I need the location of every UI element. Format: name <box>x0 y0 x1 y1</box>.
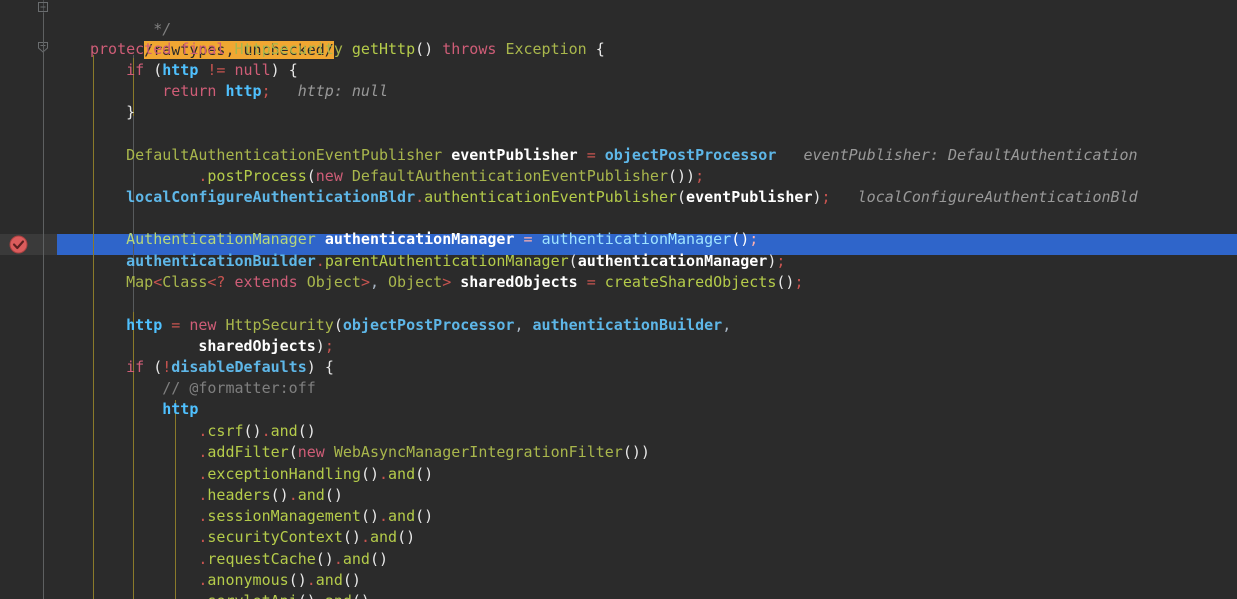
fold-region-line <box>43 13 44 599</box>
code-line[interactable]: http = new HttpSecurity(objectPostProces… <box>90 315 731 337</box>
code-line[interactable]: .servletApi().and() <box>90 591 370 599</box>
code-line[interactable]: // @formatter:off <box>90 378 316 400</box>
code-line[interactable]: .requestCache().and() <box>90 549 388 571</box>
editor-gutter[interactable] <box>0 0 57 599</box>
code-line[interactable]: if (!disableDefaults) { <box>90 357 334 379</box>
ide-editor-window: */ /rawtypes, unchecked/ protected final… <box>0 0 1237 599</box>
code-line[interactable]: http <box>90 399 198 421</box>
code-line-selected[interactable]: AuthenticationManager authenticationMana… <box>90 229 758 251</box>
code-line[interactable]: .anonymous().and() <box>90 570 361 592</box>
code-line-warning[interactable]: /rawtypes, unchecked/ <box>90 18 334 59</box>
code-line[interactable]: } <box>90 102 135 124</box>
code-line[interactable]: return http; http: null <box>90 81 388 103</box>
code-line[interactable]: DefaultAuthenticationEventPublisher even… <box>90 145 1137 167</box>
fold-end-icon[interactable] <box>36 0 50 14</box>
code-line[interactable]: .securityContext().and() <box>90 527 415 549</box>
code-editor-area[interactable]: */ /rawtypes, unchecked/ protected final… <box>57 0 1237 599</box>
code-line[interactable]: .headers().and() <box>90 485 343 507</box>
code-line[interactable]: Map<Class<? extends Object>, Object> sha… <box>90 272 803 294</box>
code-line[interactable]: localConfigureAuthenticationBldr.authent… <box>90 187 1137 209</box>
code-line[interactable]: protected final HttpSecurity getHttp() t… <box>90 39 605 61</box>
verified-breakpoint-icon[interactable] <box>8 234 29 255</box>
code-line[interactable]: .postProcess(new DefaultAuthenticationEv… <box>90 166 704 188</box>
code-line[interactable]: .addFilter(new WebAsyncManagerIntegratio… <box>90 442 650 464</box>
code-line[interactable]: */ <box>90 0 171 38</box>
code-line[interactable]: .exceptionHandling().and() <box>90 464 433 486</box>
code-line[interactable]: sharedObjects); <box>90 336 333 358</box>
code-line[interactable]: .csrf().and() <box>90 421 315 443</box>
code-line[interactable]: if (http != null) { <box>90 60 298 82</box>
code-line[interactable]: authenticationBuilder.parentAuthenticati… <box>90 251 785 273</box>
code-line[interactable]: .sessionManagement().and() <box>90 506 433 528</box>
